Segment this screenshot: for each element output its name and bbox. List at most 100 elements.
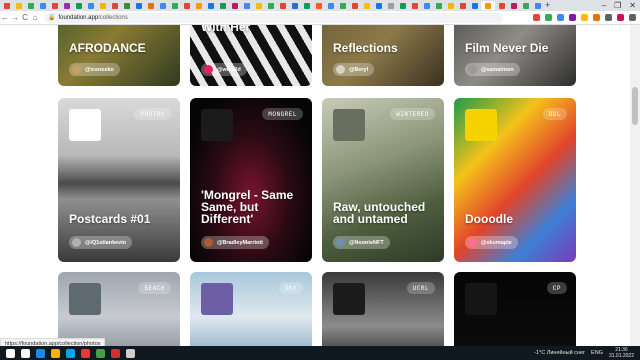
browser-tab[interactable] — [85, 1, 96, 10]
browser-tab[interactable] — [325, 1, 336, 10]
taskbar-app-icon[interactable] — [36, 348, 45, 358]
taskbar-app-icon[interactable] — [21, 348, 30, 358]
browser-tab[interactable] — [373, 1, 384, 10]
reload-button[interactable]: C — [20, 12, 30, 24]
collection-card[interactable]: DDL Dooodle @skumapie — [454, 98, 576, 262]
extension-icon[interactable] — [545, 14, 552, 21]
browser-tab[interactable] — [361, 1, 372, 10]
extension-icon[interactable] — [581, 14, 588, 21]
collection-card[interactable]: BEACH — [58, 272, 180, 346]
browser-tab[interactable] — [496, 1, 507, 10]
extension-icon[interactable] — [533, 14, 540, 21]
taskbar-app-icon[interactable] — [81, 348, 90, 358]
browser-tab[interactable] — [532, 1, 543, 10]
tab-favicon-icon — [375, 2, 382, 9]
browser-tab[interactable] — [13, 1, 24, 10]
browser-tab[interactable] — [229, 1, 240, 10]
creator-chip[interactable]: @icenesko — [69, 63, 120, 76]
browser-tab[interactable] — [289, 1, 300, 10]
collection-card[interactable]: SKY — [190, 272, 312, 346]
scrollbar-thumb[interactable] — [632, 87, 638, 125]
browser-tab[interactable] — [73, 1, 84, 10]
creator-chip[interactable]: @iQ1stiankevin — [69, 236, 133, 249]
collection-card[interactable]: WINTERED Raw, untouched and untamed @Noo… — [322, 98, 444, 262]
language-indicator[interactable]: ENG — [591, 350, 603, 356]
browser-tab[interactable] — [193, 1, 204, 10]
maximize-button[interactable]: ❐ — [614, 1, 621, 10]
creator-chip[interactable]: @NoonieNFT — [333, 236, 390, 249]
minimize-button[interactable]: – — [602, 1, 606, 10]
extension-icon[interactable] — [629, 14, 636, 21]
creator-chip[interactable]: @wick3d — [201, 63, 247, 76]
browser-tab[interactable] — [181, 1, 192, 10]
browser-tab[interactable] — [469, 1, 480, 10]
creator-chip[interactable]: @BradleyMarriott — [201, 236, 270, 249]
browser-tab[interactable] — [397, 1, 408, 10]
browser-tab[interactable] — [253, 1, 264, 10]
browser-tab[interactable] — [508, 1, 519, 10]
taskbar-app-icon[interactable] — [66, 348, 75, 358]
home-button[interactable]: ⌂ — [30, 12, 40, 24]
browser-tab[interactable] — [169, 1, 180, 10]
collection-card[interactable]: PHOTOS Postcards #01 @iQ1stiankevin — [58, 98, 180, 262]
address-bar[interactable]: 🔒 foundation.app/collections — [44, 12, 503, 23]
browser-tab[interactable] — [421, 1, 432, 10]
weather-widget[interactable]: -1°C Линейный снег — [534, 350, 585, 356]
browser-tab[interactable] — [157, 1, 168, 10]
browser-tab[interactable] — [1, 1, 12, 10]
creator-chip[interactable]: @Beryl — [333, 63, 375, 76]
browser-tab[interactable] — [145, 1, 156, 10]
browser-tab[interactable] — [265, 1, 276, 10]
collection-card[interactable]: MONGREL 'Mongrel - Same Same, but Differ… — [190, 98, 312, 262]
extension-icon[interactable] — [617, 14, 624, 21]
creator-chip[interactable]: @samalmon — [465, 63, 520, 76]
extension-icon[interactable] — [569, 14, 576, 21]
browser-tab[interactable] — [217, 1, 228, 10]
clock[interactable]: 21:36 31.01.2022 — [609, 347, 634, 359]
taskbar-app-icon[interactable] — [96, 348, 105, 358]
browser-tab[interactable] — [25, 1, 36, 10]
browser-tab[interactable] — [97, 1, 108, 10]
browser-tab[interactable] — [385, 1, 396, 10]
start-icon[interactable] — [6, 348, 15, 358]
browser-tab[interactable] — [49, 1, 60, 10]
taskbar-app-icon[interactable] — [111, 348, 120, 358]
browser-tab[interactable] — [37, 1, 48, 10]
taskbar-app-icon[interactable] — [51, 348, 60, 358]
browser-tab[interactable] — [121, 1, 132, 10]
browser-tab[interactable] — [277, 1, 288, 10]
collection-card[interactable]: Reflections @Beryl — [322, 25, 444, 86]
extension-icon[interactable] — [593, 14, 600, 21]
browser-tab[interactable] — [205, 1, 216, 10]
browser-tab[interactable] — [481, 1, 495, 10]
taskbar-app-icon[interactable] — [126, 348, 135, 358]
browser-tab[interactable] — [301, 1, 312, 10]
extension-icon[interactable] — [605, 14, 612, 21]
page-scrollbar[interactable] — [630, 25, 640, 346]
collection-card[interactable]: Film Never Die @samalmon — [454, 25, 576, 86]
browser-tab[interactable] — [457, 1, 468, 10]
tab-favicon-icon — [399, 2, 406, 9]
collection-card[interactable]: CP — [454, 272, 576, 346]
browser-tab[interactable] — [349, 1, 360, 10]
back-button[interactable]: ← — [0, 12, 10, 24]
creator-chip[interactable]: @skumapie — [465, 236, 518, 249]
close-window-button[interactable]: ✕ — [629, 1, 636, 10]
browser-tab[interactable] — [433, 1, 444, 10]
browser-tab[interactable] — [109, 1, 120, 10]
browser-tab[interactable] — [61, 1, 72, 10]
browser-tab[interactable] — [241, 1, 252, 10]
browser-tab[interactable] — [409, 1, 420, 10]
collection-card[interactable]: UCRL — [322, 272, 444, 346]
collection-card[interactable]: Almost Moments With Her @wick3d — [190, 25, 312, 86]
browser-tab[interactable] — [337, 1, 348, 10]
browser-tab[interactable] — [520, 1, 531, 10]
browser-tab[interactable] — [313, 1, 324, 10]
extension-icon[interactable] — [557, 14, 564, 21]
browser-tab[interactable] — [133, 1, 144, 10]
browser-tab[interactable] — [445, 1, 456, 10]
collection-card[interactable]: AFRODANCE @icenesko — [58, 25, 180, 86]
new-tab-button[interactable]: + — [545, 1, 550, 10]
collection-title: Postcards #01 — [69, 212, 151, 226]
forward-button[interactable]: → — [10, 12, 20, 24]
